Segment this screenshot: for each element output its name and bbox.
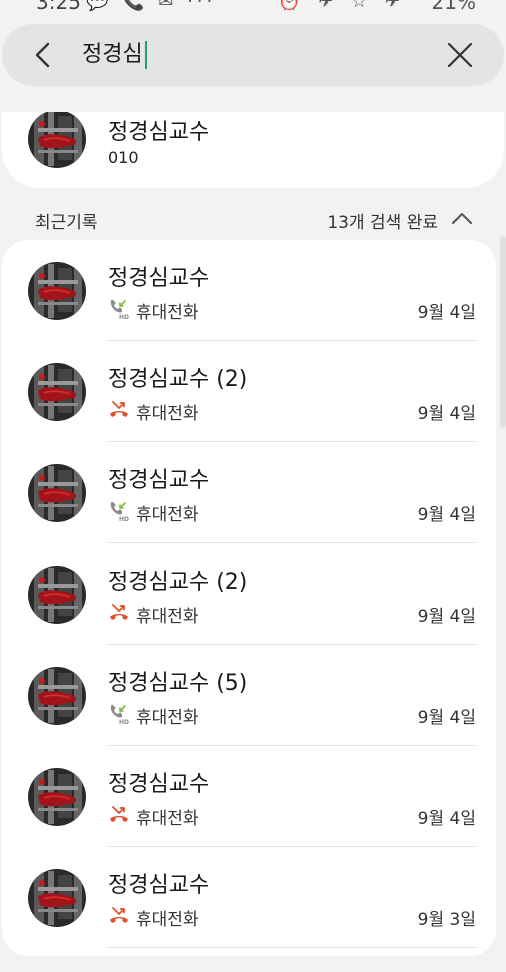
avatar — [28, 363, 86, 421]
search-result-count: 13개 검색 완료 — [327, 213, 438, 233]
call-log-row[interactable]: 정경심교수 (2) 휴대전화 9월 4일 — [2, 544, 496, 645]
battery-percent: 21% — [431, 0, 476, 14]
log-date: 9월 3일 — [417, 910, 476, 931]
missed-call-icon — [108, 399, 130, 421]
scrollbar[interactable] — [500, 236, 506, 428]
log-contact-name: 정경심교수 — [108, 873, 210, 899]
back-arrow-icon — [35, 42, 50, 68]
missed-call-icon — [108, 602, 130, 624]
log-contact-name: 정경심교수 (2) — [108, 569, 248, 595]
avatar — [28, 768, 86, 826]
missed-call-icon — [108, 804, 130, 826]
received-hd-call-icon — [108, 500, 130, 522]
call-log-row[interactable]: 정경심교수휴대전화 9월 4일 — [2, 442, 496, 544]
log-contact-name: 정경심교수 (5) — [108, 670, 248, 696]
log-number-type: 휴대전화 — [136, 606, 199, 627]
log-number-type: 휴대전화 — [136, 809, 199, 829]
call-log-row[interactable]: 정경심교수 (2) 휴대전화 9월 4일 — [2, 341, 496, 443]
notification-icons: 💬 📞 ✉ ··· — [86, 0, 217, 12]
log-number-type: 휴대전화 — [136, 910, 199, 931]
contact-number: 010 — [108, 148, 139, 167]
avatar — [28, 566, 86, 624]
collapse-button[interactable] — [450, 210, 474, 226]
recent-title: 최근기록 — [35, 213, 98, 233]
contact-result-card[interactable]: 정경심교수 010 — [2, 112, 504, 188]
log-contact-name: 정경심교수 — [108, 468, 210, 494]
avatar — [28, 667, 86, 725]
call-log-row[interactable]: 정경심교수휴대전화 9월 3일 — [2, 847, 496, 949]
back-button[interactable] — [26, 39, 60, 71]
log-number-type: 휴대전화 — [136, 404, 199, 425]
log-date: 9월 4일 — [417, 707, 476, 728]
log-contact-name: 정경심교수 — [108, 772, 210, 797]
close-icon — [447, 42, 473, 68]
status-bar: 3:25 💬 📞 ✉ ··· ⏰ ✈ ☆ ✈ 21% — [0, 0, 506, 14]
log-date: 9월 4일 — [417, 809, 476, 829]
log-number-type: 휴대전화 — [136, 707, 199, 728]
call-log-row[interactable]: 정경심교수 (5) 휴대전화 9월 4일 — [2, 645, 496, 746]
bottom-strip — [0, 956, 506, 972]
recent-header: 최근기록 13개 검색 완료 — [0, 200, 506, 234]
system-status-icons: ⏰ ✈ ☆ ✈ — [278, 0, 406, 12]
divider — [108, 947, 476, 949]
log-date: 9월 4일 — [417, 303, 476, 323]
clear-search-button[interactable] — [446, 41, 474, 69]
log-contact-name: 정경심교수 (2) — [108, 367, 248, 393]
received-hd-call-icon — [108, 298, 130, 320]
avatar — [28, 869, 86, 927]
log-number-type: 휴대전화 — [136, 303, 199, 323]
log-date: 9월 4일 — [417, 404, 476, 425]
log-date: 9월 4일 — [417, 606, 476, 627]
missed-call-icon — [108, 905, 130, 927]
log-number-type: 휴대전화 — [136, 505, 199, 526]
received-hd-call-icon — [108, 703, 130, 725]
status-time: 3:25 — [36, 0, 81, 14]
log-date: 9월 4일 — [417, 505, 476, 526]
call-log-list: 정경심교수 휴대전화 9월 4일 정경심교수 (2) 휴대전화 9월 4일 정경심교수 휴대전… — [2, 240, 496, 956]
search-bar: 정경심 — [2, 24, 504, 86]
avatar — [28, 262, 86, 320]
avatar — [28, 464, 86, 522]
search-input[interactable]: 정경심 — [82, 41, 147, 69]
log-contact-name: 정경심교수 — [108, 266, 210, 291]
redacted-number — [142, 150, 224, 166]
call-log-row[interactable]: 정경심교수휴대전화 9월 4일 — [2, 746, 496, 847]
contact-name: 정경심교수 — [108, 120, 210, 145]
avatar — [28, 112, 86, 168]
chevron-up-icon — [452, 213, 472, 224]
call-log-row[interactable]: 정경심교수휴대전화 9월 4일 — [2, 240, 496, 341]
